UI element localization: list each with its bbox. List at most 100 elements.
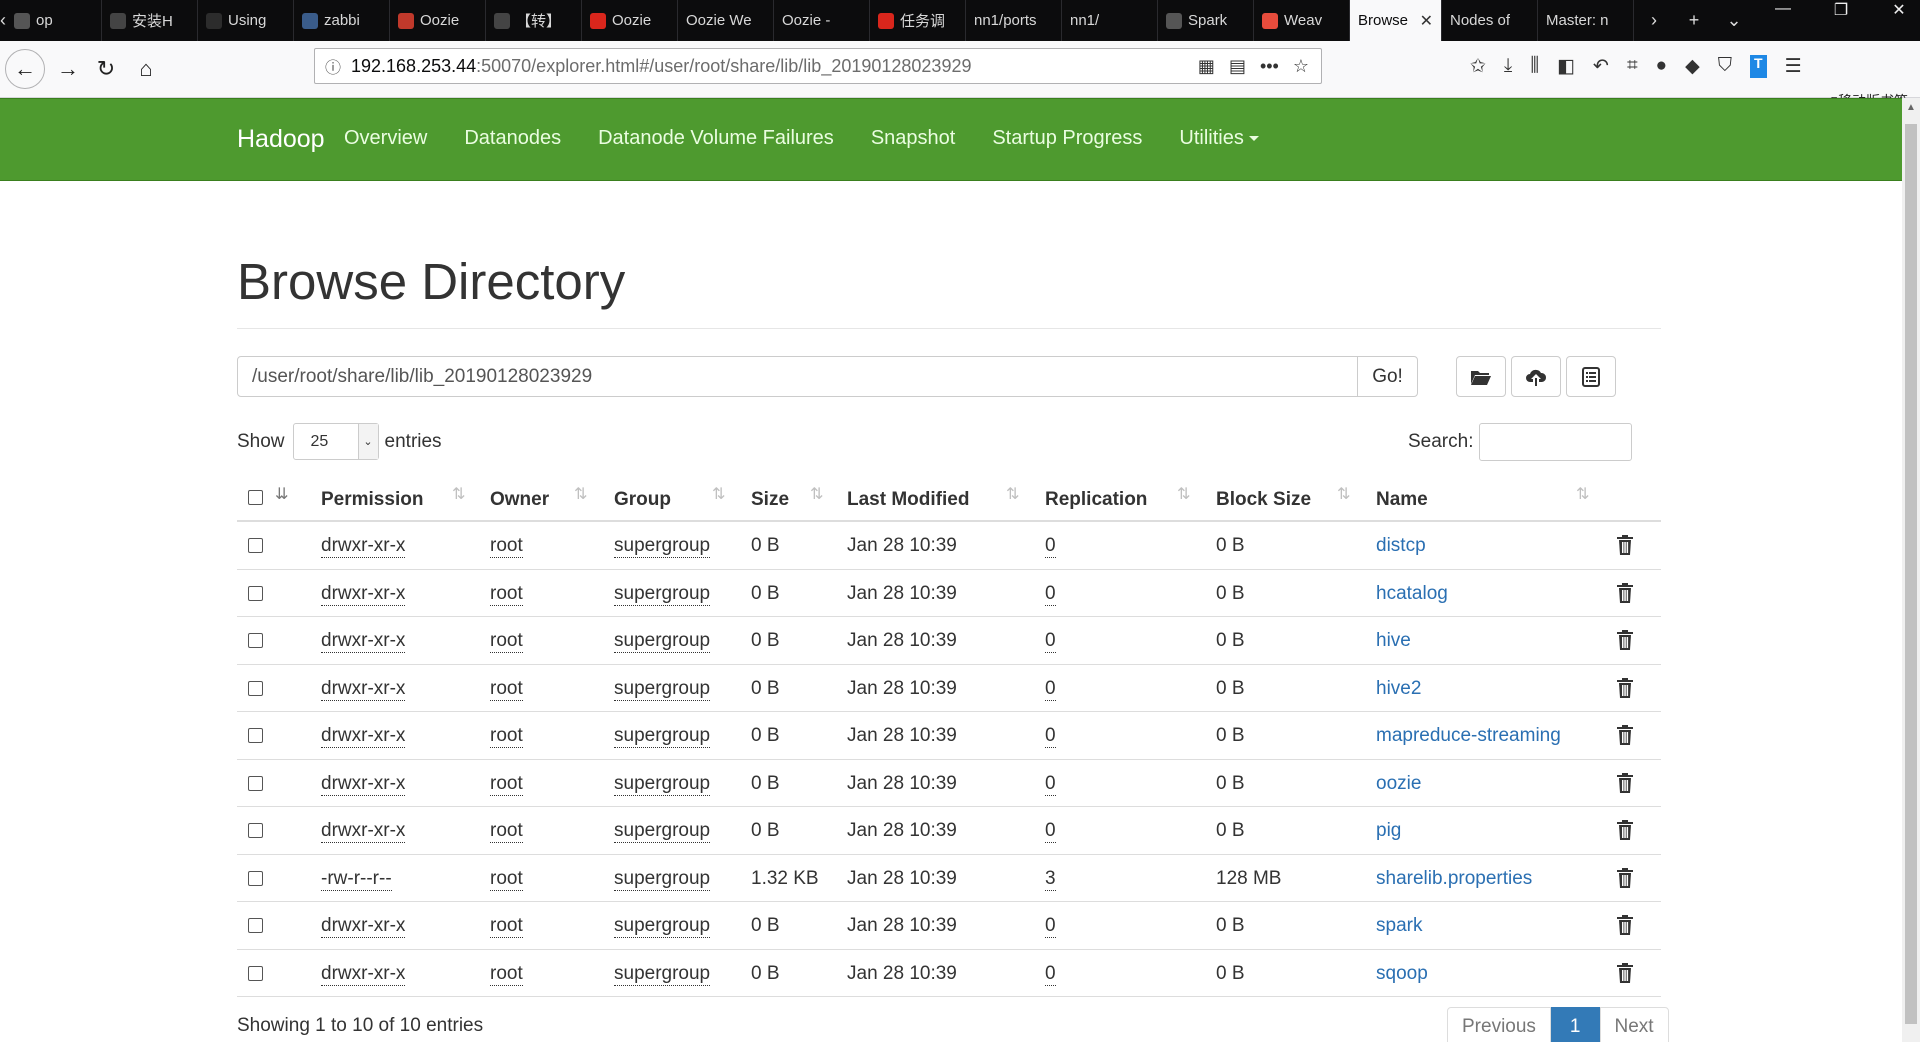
bookmark-star-icon[interactable]: ☆ [1293,56,1309,77]
forward-icon[interactable]: → [48,49,88,89]
previous-page-button[interactable]: Previous [1447,1007,1551,1042]
nav-volume-failures[interactable]: Datanode Volume Failures [598,127,834,150]
permission-cell[interactable]: drwxr-xr-x [321,963,406,986]
replication-cell[interactable]: 3 [1045,868,1056,891]
browser-tab[interactable]: Browse ✕ [1350,0,1442,41]
permission-cell[interactable]: drwxr-xr-x [321,773,406,796]
home-icon[interactable]: ⌂ [126,49,166,89]
directory-path-input[interactable]: /user/root/share/lib/lib_20190128023929 [237,356,1359,397]
name-link[interactable]: mapreduce-streaming [1376,725,1561,747]
browser-tab[interactable]: Using [198,0,294,41]
group-cell[interactable]: supergroup [614,630,711,653]
row-checkbox[interactable] [248,775,263,791]
sort-icon[interactable]: ⇅ [574,484,588,504]
go-button[interactable]: Go! [1357,356,1418,397]
replication-cell[interactable]: 0 [1045,583,1056,606]
col-block-size[interactable]: Block Size [1216,489,1311,511]
nav-startup-progress[interactable]: Startup Progress [992,127,1142,150]
group-cell[interactable]: supergroup [614,868,711,891]
group-cell[interactable]: supergroup [614,583,711,606]
permission-cell[interactable]: drwxr-xr-x [321,678,406,701]
scrollbar-thumb[interactable] [1905,124,1917,1024]
bookmarks-icon[interactable]: ✩ [1470,55,1486,78]
shield-icon[interactable]: ⛉ [1718,55,1732,78]
browser-tab[interactable]: 任务调 [870,0,966,41]
name-link[interactable]: distcp [1376,535,1426,557]
group-cell[interactable]: supergroup [614,820,711,843]
undo-icon[interactable]: ↶ [1593,55,1609,78]
qr-code-icon[interactable]: ▦ [1198,56,1215,77]
col-name[interactable]: Name [1376,489,1428,511]
evernote-icon[interactable]: ◆ [1685,55,1700,78]
trash-icon[interactable] [1615,534,1635,556]
owner-cell[interactable]: root [490,915,523,938]
sort-icon[interactable]: ⇅ [452,484,466,504]
trash-icon[interactable] [1615,962,1635,984]
page-actions-icon[interactable]: ••• [1260,56,1279,77]
name-link[interactable]: pig [1376,820,1401,842]
replication-cell[interactable]: 0 [1045,773,1056,796]
owner-cell[interactable]: root [490,820,523,843]
library-icon[interactable]: ⫼ [1530,55,1539,78]
trash-icon[interactable] [1615,724,1635,746]
create-directory-button[interactable] [1456,356,1506,397]
permission-cell[interactable]: drwxr-xr-x [321,915,406,938]
cut-paste-button[interactable] [1566,356,1616,397]
name-link[interactable]: oozie [1376,773,1421,795]
row-checkbox[interactable] [248,965,263,981]
trash-icon[interactable] [1615,582,1635,604]
col-replication[interactable]: Replication [1045,489,1147,511]
page-scrollbar[interactable]: ▲ [1902,98,1920,1042]
owner-cell[interactable]: root [490,630,523,653]
sort-icon[interactable]: ⇅ [810,484,824,504]
browser-tab[interactable]: Weav [1254,0,1350,41]
trash-icon[interactable] [1615,629,1635,651]
browser-tab[interactable]: nn1/ [1062,0,1158,41]
permission-cell[interactable]: drwxr-xr-x [321,725,406,748]
browser-tab[interactable]: Nodes of [1442,0,1538,41]
tab-scroll-right-icon[interactable]: › [1634,10,1674,31]
owner-cell[interactable]: root [490,773,523,796]
row-checkbox[interactable] [248,728,263,743]
group-cell[interactable]: supergroup [614,678,711,701]
tab-close-icon[interactable]: ✕ [1420,11,1433,31]
permission-cell[interactable]: -rw-r--r-- [321,868,392,891]
row-checkbox[interactable] [248,823,263,838]
site-info-icon[interactable]: ⓘ [315,54,351,78]
search-input[interactable] [1479,423,1633,461]
sidebar-icon[interactable]: ◧ [1557,55,1575,78]
name-link[interactable]: spark [1376,915,1422,937]
browser-tab[interactable]: 【转】 [486,0,582,41]
trash-icon[interactable] [1615,819,1635,841]
group-cell[interactable]: supergroup [614,915,711,938]
new-tab-icon[interactable]: + [1674,10,1714,31]
row-checkbox[interactable] [248,870,263,886]
replication-cell[interactable]: 0 [1045,630,1056,653]
browser-tab[interactable]: nn1/ports [966,0,1062,41]
reader-view-icon[interactable]: ▤ [1229,56,1246,77]
permission-cell[interactable]: drwxr-xr-x [321,820,406,843]
name-link[interactable]: sharelib.properties [1376,868,1532,890]
browser-tab[interactable]: op [6,0,102,41]
nav-overview[interactable]: Overview [344,127,427,150]
window-close-icon[interactable]: ✕ [1870,0,1920,41]
replication-cell[interactable]: 0 [1045,535,1056,558]
sort-ascending-icon[interactable]: ⇊ [275,484,289,504]
nav-utilities[interactable]: Utilities [1179,127,1259,150]
row-checkbox[interactable] [248,585,263,601]
owner-cell[interactable]: root [490,963,523,986]
browser-tab[interactable]: Master: n [1538,0,1634,41]
sort-icon[interactable]: ⇅ [1177,484,1191,504]
sort-icon[interactable]: ⇅ [1006,484,1020,504]
nav-snapshot[interactable]: Snapshot [871,127,956,150]
replication-cell[interactable]: 0 [1045,915,1056,938]
permission-cell[interactable]: drwxr-xr-x [321,630,406,653]
row-checkbox[interactable] [248,538,263,553]
nav-datanodes[interactable]: Datanodes [464,127,561,150]
replication-cell[interactable]: 0 [1045,678,1056,701]
sort-icon[interactable]: ⇅ [1337,484,1351,504]
permission-cell[interactable]: drwxr-xr-x [321,535,406,558]
owner-cell[interactable]: root [490,725,523,748]
translate-icon[interactable]: T [1750,55,1767,78]
row-checkbox[interactable] [248,918,263,933]
